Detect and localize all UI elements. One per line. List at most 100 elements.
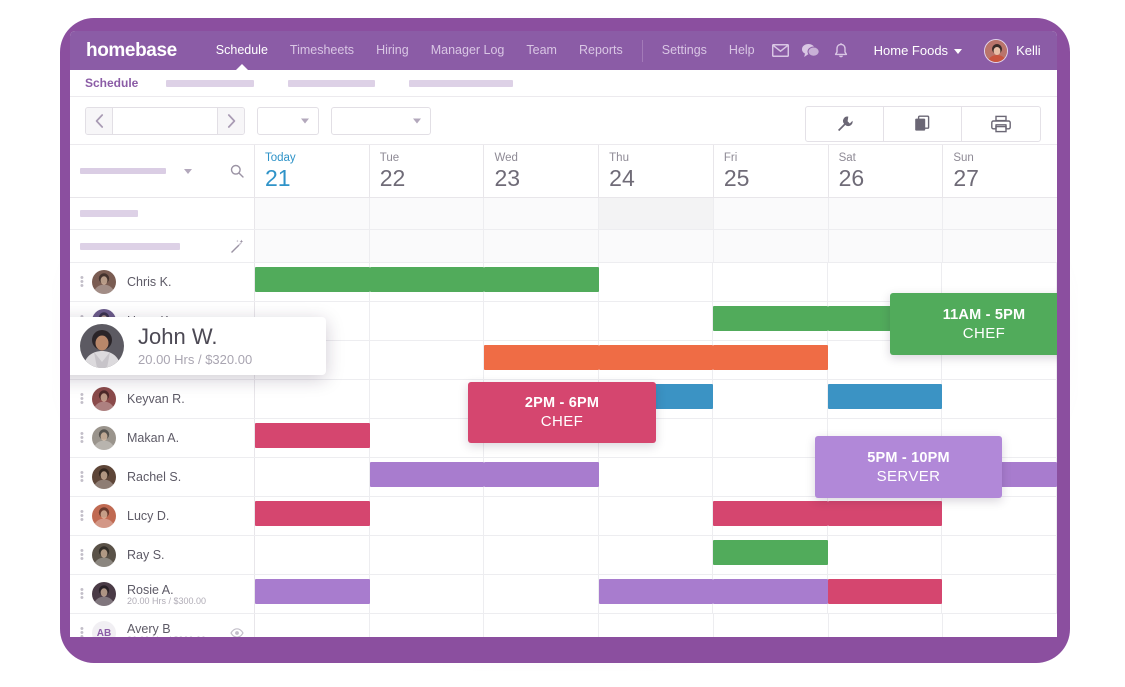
eye-icon[interactable]: [230, 628, 244, 637]
search-icon[interactable]: [230, 164, 244, 178]
shift-cell[interactable]: [829, 614, 944, 637]
shift-block[interactable]: [484, 462, 599, 487]
shift-block[interactable]: [713, 306, 828, 331]
print-button[interactable]: [962, 107, 1040, 141]
shift-cell[interactable]: [370, 419, 485, 457]
employee-cell[interactable]: • • • Keyvan R.: [70, 380, 255, 418]
employee-cell[interactable]: • • • Rachel S.: [70, 458, 255, 496]
shift-cell[interactable]: [599, 497, 714, 535]
cell[interactable]: [713, 230, 829, 262]
shift-block[interactable]: [598, 579, 714, 604]
shift-block[interactable]: [369, 462, 485, 487]
shift-cell[interactable]: [713, 458, 828, 496]
drag-handle[interactable]: •••: [80, 507, 90, 526]
cell[interactable]: [713, 198, 829, 229]
shift-block[interactable]: [255, 423, 370, 448]
nav-item-schedule[interactable]: Schedule: [205, 31, 279, 70]
shift-tooltip-chef-green[interactable]: 11AM - 5PM CHEF: [890, 293, 1057, 355]
day-header-1[interactable]: Tue 22: [370, 145, 485, 197]
day-header-6[interactable]: Sun 27: [943, 145, 1057, 197]
nav-item-reports[interactable]: Reports: [568, 31, 634, 70]
nav-item-team[interactable]: Team: [515, 31, 568, 70]
tools-button[interactable]: [806, 107, 884, 141]
cell[interactable]: [599, 198, 714, 229]
shift-cell[interactable]: [713, 263, 828, 301]
shift-cell[interactable]: [484, 497, 599, 535]
drag-handle[interactable]: ⋮: [70, 341, 73, 352]
organization-selector[interactable]: Home Foods: [874, 43, 963, 58]
view-select[interactable]: [257, 106, 319, 135]
shift-block[interactable]: [713, 345, 828, 370]
shift-cell[interactable]: [484, 302, 599, 340]
department-select[interactable]: [331, 106, 431, 135]
shift-cell[interactable]: [370, 536, 485, 574]
shift-cell[interactable]: [370, 380, 485, 418]
copy-button[interactable]: [884, 107, 962, 141]
shift-cell[interactable]: [255, 536, 370, 574]
shift-tooltip-server-purple[interactable]: 5PM - 10PM SERVER: [815, 436, 1002, 498]
shift-block[interactable]: [713, 540, 828, 565]
employee-cell[interactable]: • • • Makan A.: [70, 419, 255, 457]
magic-wand-icon[interactable]: [229, 239, 244, 254]
shift-cell[interactable]: [370, 614, 485, 637]
shift-block[interactable]: [369, 267, 485, 292]
employee-cell[interactable]: • • • Lucy D.: [70, 497, 255, 535]
cell[interactable]: [484, 198, 600, 229]
cell[interactable]: [369, 230, 485, 262]
drag-handle[interactable]: •••: [80, 546, 90, 565]
shift-cell[interactable]: [942, 536, 1057, 574]
shift-cell[interactable]: [370, 341, 485, 379]
shift-block[interactable]: [713, 501, 828, 526]
drag-handle[interactable]: •••: [80, 468, 90, 487]
drag-handle[interactable]: •••: [80, 585, 90, 604]
shift-block[interactable]: [827, 384, 943, 409]
shift-cell[interactable]: [599, 263, 714, 301]
cell[interactable]: [369, 198, 485, 229]
user-menu-chevron-icon[interactable]: [1053, 42, 1057, 60]
day-header-5[interactable]: Sat 26: [829, 145, 944, 197]
shift-cell[interactable]: [599, 614, 714, 637]
breadcrumb-schedule[interactable]: Schedule: [85, 76, 138, 90]
shift-cell[interactable]: [370, 575, 485, 613]
date-range-field[interactable]: [113, 107, 217, 134]
shift-block[interactable]: [827, 501, 943, 526]
mail-icon[interactable]: [766, 31, 796, 70]
cell[interactable]: [828, 198, 944, 229]
shift-cell[interactable]: [255, 458, 370, 496]
nav-item-help[interactable]: Help: [718, 31, 766, 70]
drag-handle[interactable]: •••: [80, 273, 90, 292]
shift-cell[interactable]: [255, 380, 370, 418]
next-week-button[interactable]: [217, 107, 244, 134]
drag-handle[interactable]: •••: [80, 429, 90, 448]
nav-item-hiring[interactable]: Hiring: [365, 31, 420, 70]
shift-cell[interactable]: [599, 458, 714, 496]
shift-block[interactable]: [255, 267, 370, 292]
shift-block[interactable]: [827, 579, 943, 604]
user-name[interactable]: Kelli: [1016, 43, 1041, 58]
cell[interactable]: [484, 230, 600, 262]
cell[interactable]: [255, 230, 370, 262]
avatar[interactable]: [984, 38, 1009, 63]
day-header-0[interactable]: Today 21: [255, 145, 370, 197]
employee-cell[interactable]: • • • Chris K.: [70, 263, 255, 301]
chevron-down-icon[interactable]: [184, 168, 192, 174]
shift-cell[interactable]: [484, 536, 599, 574]
shift-cell[interactable]: [942, 497, 1057, 535]
employee-cell[interactable]: • • • Ray S.: [70, 536, 255, 574]
drag-handle[interactable]: •••: [80, 390, 90, 409]
nav-item-timesheets[interactable]: Timesheets: [279, 31, 365, 70]
shift-cell[interactable]: [484, 614, 600, 637]
shift-cell[interactable]: [942, 575, 1057, 613]
shift-cell[interactable]: [828, 536, 943, 574]
shift-tooltip-chef-pink[interactable]: 2PM - 6PM CHEF: [468, 382, 656, 443]
shift-block[interactable]: [255, 579, 370, 604]
shift-block[interactable]: [598, 345, 714, 370]
shift-cell[interactable]: [599, 302, 714, 340]
shift-cell[interactable]: [599, 536, 714, 574]
shift-block[interactable]: [484, 267, 599, 292]
previous-week-button[interactable]: [86, 107, 113, 134]
nav-item-settings[interactable]: Settings: [651, 31, 718, 70]
shift-cell[interactable]: [713, 419, 828, 457]
cell[interactable]: [828, 230, 944, 262]
cell[interactable]: [255, 198, 370, 229]
